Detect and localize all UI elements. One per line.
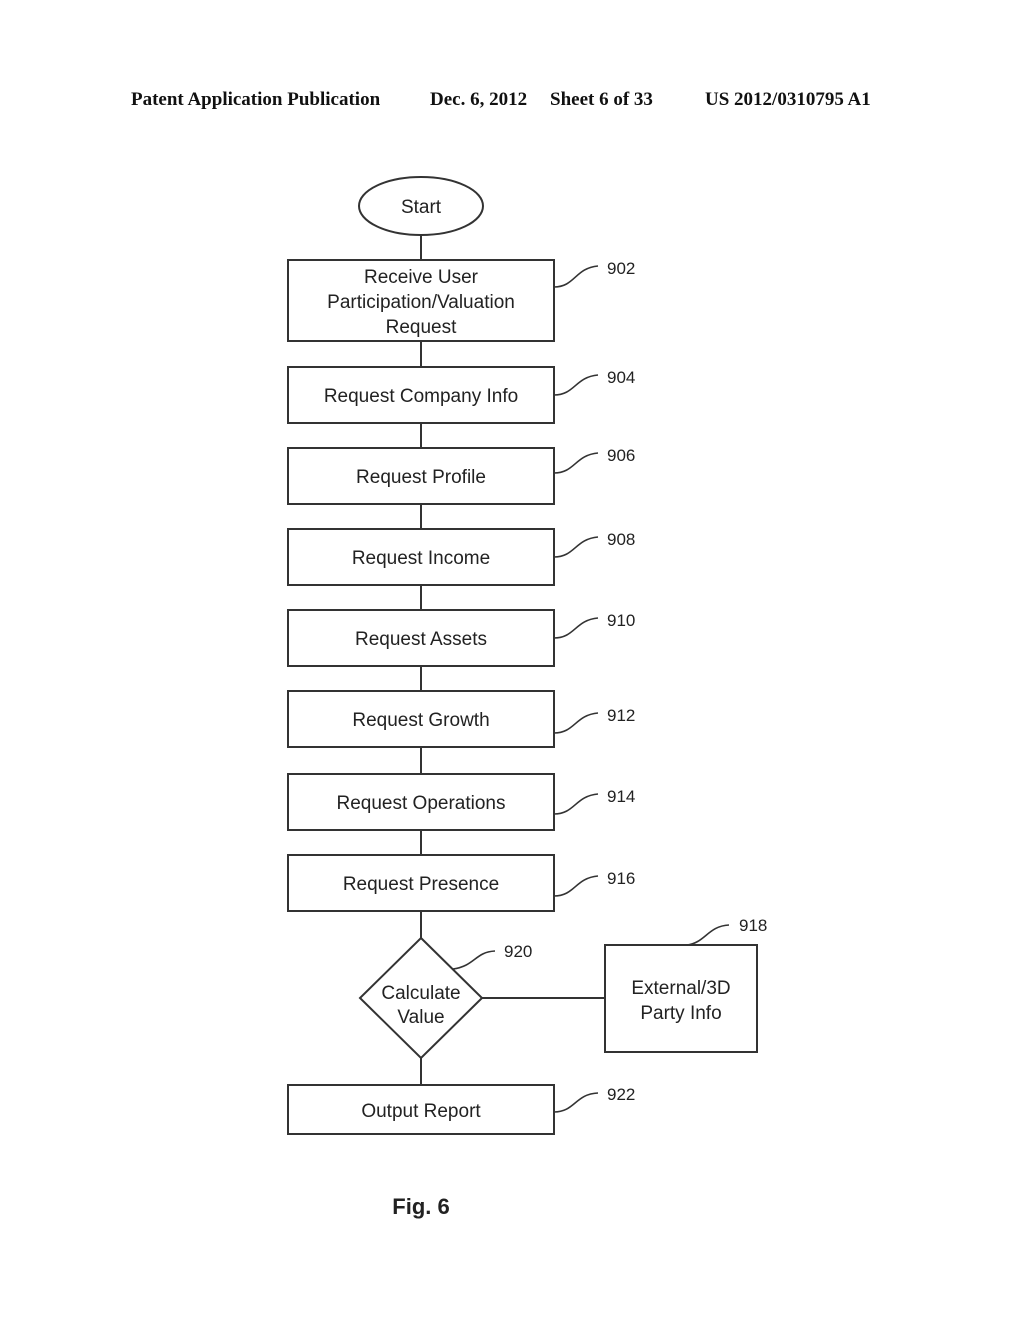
step-906: Request Profile 906: [287, 446, 635, 505]
step-904-label: Request Company Info: [324, 386, 518, 407]
step-912-ref: 912: [607, 706, 635, 725]
step-908-ref: 908: [607, 530, 635, 549]
step-908-label: Request Income: [352, 548, 490, 569]
step-902-line-2: Participation/Valuation: [327, 292, 515, 313]
step-910-leader: [553, 617, 599, 639]
step-902-ref: 902: [607, 259, 635, 278]
figure-label: Fig. 6: [392, 1194, 449, 1219]
decision-920-line-2: Value: [397, 1007, 444, 1028]
step-914-leader: [553, 793, 599, 815]
external-918-line-2: Party Info: [640, 1003, 721, 1024]
step-906-leader: [553, 452, 599, 474]
step-902: Receive User Participation/Valuation Req…: [287, 259, 635, 342]
external-918-ref: 918: [739, 916, 767, 935]
decision-920-leader: [452, 950, 496, 970]
output-922: Output Report 922: [287, 1084, 635, 1135]
external-918-leader: [686, 924, 730, 946]
step-902-line-1: Receive User: [364, 267, 479, 288]
step-912-label: Request Growth: [352, 710, 489, 731]
step-916-ref: 916: [607, 869, 635, 888]
step-904-ref: 904: [607, 368, 635, 387]
step-912-leader: [553, 712, 599, 734]
decision-920-ref: 920: [504, 942, 532, 961]
output-922-ref: 922: [607, 1085, 635, 1104]
step-904-leader: [553, 374, 599, 396]
start-label: Start: [401, 197, 442, 218]
external-918-line-1: External/3D: [631, 978, 730, 999]
step-902-leader: [553, 265, 599, 288]
step-914-ref: 914: [607, 787, 635, 806]
external-918: External/3D Party Info 918: [604, 916, 767, 1053]
step-912: Request Growth 912: [287, 690, 635, 748]
step-908-leader: [553, 536, 599, 558]
step-916: Request Presence 916: [287, 854, 635, 912]
step-908: Request Income 908: [287, 528, 635, 586]
flowchart: Start Receive User Participation/Valuati…: [287, 176, 767, 1219]
step-902-line-3: Request: [386, 317, 457, 338]
step-916-label: Request Presence: [343, 874, 499, 895]
step-916-leader: [553, 875, 599, 897]
step-906-label: Request Profile: [356, 467, 486, 488]
step-914: Request Operations 914: [287, 773, 635, 831]
start-terminal: Start: [358, 176, 484, 236]
output-922-leader: [553, 1092, 599, 1113]
step-910-label: Request Assets: [355, 629, 487, 650]
step-904: Request Company Info 904: [287, 366, 635, 424]
decision-920-line-1: Calculate: [381, 983, 460, 1004]
step-906-ref: 906: [607, 446, 635, 465]
step-910: Request Assets 910: [287, 609, 635, 667]
output-922-label: Output Report: [361, 1101, 481, 1122]
step-914-label: Request Operations: [337, 793, 506, 814]
step-910-ref: 910: [607, 611, 635, 630]
